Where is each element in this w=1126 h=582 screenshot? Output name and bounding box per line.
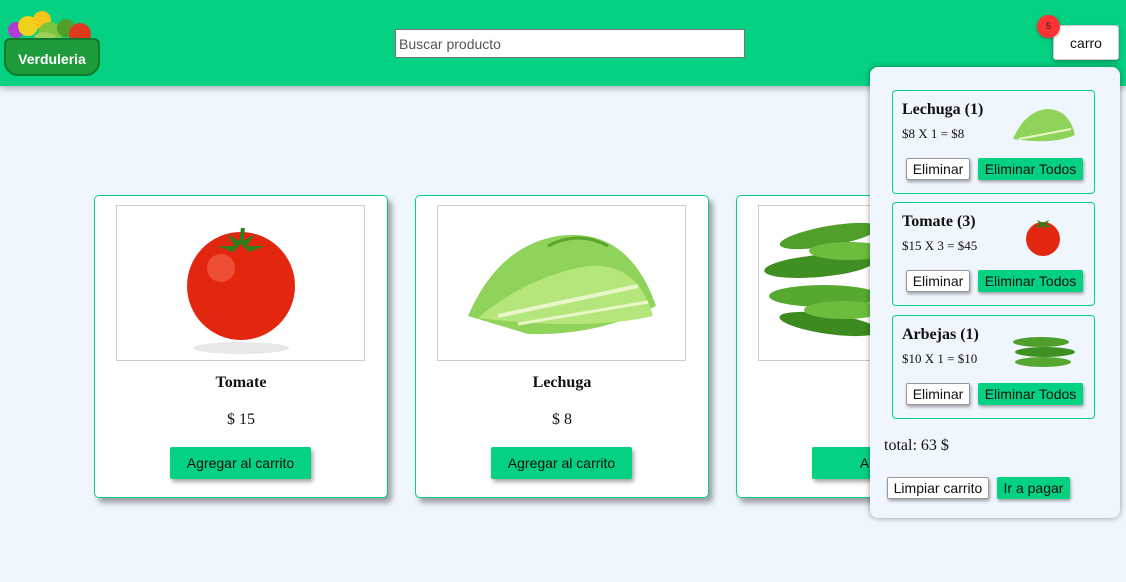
remove-one-button[interactable]: Eliminar <box>906 383 970 405</box>
cart-button[interactable]: carro <box>1053 25 1119 60</box>
cart-item-title: Tomate (3) <box>902 213 976 230</box>
search-input[interactable] <box>395 29 745 58</box>
lettuce-icon <box>1013 109 1075 142</box>
add-to-cart-button[interactable]: Agregar al carrito <box>170 447 311 479</box>
product-card-lechuga: Lechuga $ 8 Agregar al carrito <box>415 195 709 498</box>
remove-all-button[interactable]: Eliminar Todos <box>978 270 1083 292</box>
remove-one-button[interactable]: Eliminar <box>906 270 970 292</box>
product-image <box>437 205 686 361</box>
cart-total: total: 63 $ <box>884 437 949 454</box>
remove-one-button[interactable]: Eliminar <box>906 158 970 180</box>
cart-item-detail: $8 X 1 = $8 <box>902 126 965 141</box>
product-name: Lechuga <box>532 374 592 391</box>
cart-item-detail: $10 X 1 = $10 <box>902 351 978 366</box>
remove-all-button[interactable]: Eliminar Todos <box>978 158 1083 180</box>
logo[interactable]: Verduleria <box>4 6 100 78</box>
remove-all-button[interactable]: Eliminar Todos <box>978 383 1083 405</box>
clear-cart-button[interactable]: Limpiar carrito <box>887 477 989 499</box>
add-to-cart-button[interactable]: Agregar al carrito <box>491 447 632 479</box>
cart-count-badge: 5 <box>1037 15 1060 38</box>
product-name: Tomate <box>215 374 267 391</box>
cart-item-title: Lechuga (1) <box>902 101 984 118</box>
cart-item-title: Arbejas (1) <box>902 326 979 343</box>
product-image <box>116 205 365 361</box>
cart-panel: Lechuga (1) $8 X 1 = $8 Eliminar Elimina… <box>870 67 1120 518</box>
cart-item-tomate: Tomate (3) $15 X 3 = $45 Eliminar Elimin… <box>892 202 1095 306</box>
peas-icon <box>1013 337 1075 367</box>
product-price: $ 15 <box>227 411 255 428</box>
cart-item-arbejas: Arbejas (1) $10 X 1 = $10 Eliminar Elimi… <box>892 315 1095 419</box>
product-price: $ 8 <box>552 411 572 428</box>
cart-item-lechuga: Lechuga (1) $8 X 1 = $8 Eliminar Elimina… <box>892 90 1095 194</box>
product-card-tomate: Tomate $ 15 Agregar al carrito <box>94 195 388 498</box>
tomato-icon <box>1026 220 1060 256</box>
logo-text: Verduleria <box>18 51 86 67</box>
lettuce-icon <box>468 234 656 335</box>
checkout-button[interactable]: Ir a pagar <box>997 477 1070 499</box>
tomato-icon <box>187 227 295 354</box>
cart-item-detail: $15 X 3 = $45 <box>902 238 978 253</box>
